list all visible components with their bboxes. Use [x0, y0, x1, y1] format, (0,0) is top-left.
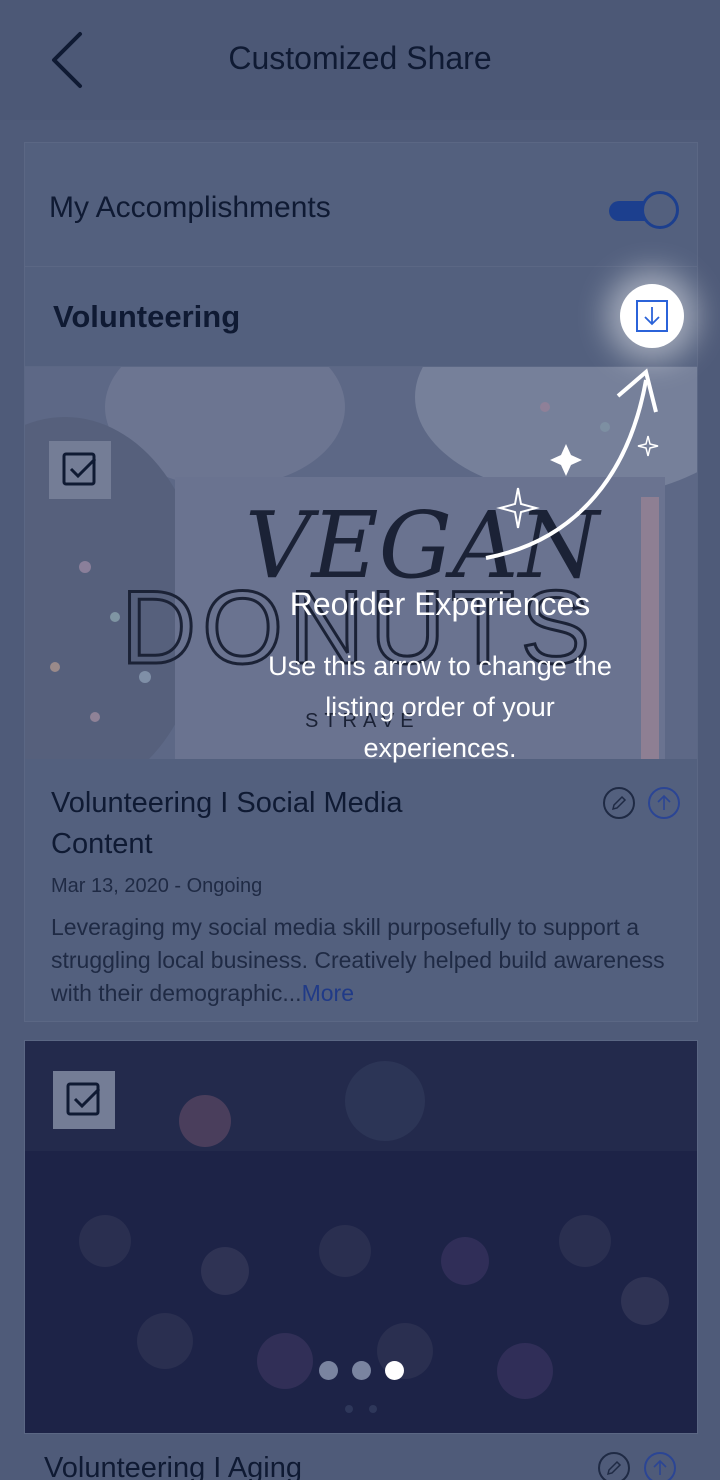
carousel-dot[interactable] — [351, 1361, 371, 1380]
checkbox-icon — [66, 1082, 101, 1116]
card-description-text: Leveraging my social media skill purpose… — [51, 914, 665, 1006]
arrow-up-icon — [657, 794, 671, 810]
accomplishments-toggle[interactable] — [609, 191, 679, 229]
pencil-icon — [606, 1460, 622, 1476]
sparkle-icon — [637, 435, 659, 457]
page-indicator-dot — [369, 1405, 377, 1413]
app-header: Customized Share — [0, 0, 720, 120]
section-title: Volunteering — [53, 299, 241, 334]
tooltip-text: Use this arrow to change the listing ord… — [268, 651, 612, 763]
page-indicator — [25, 1405, 697, 1413]
experience-card: Volunteering I Social Media Content Mar … — [25, 759, 697, 1023]
select-checkbox[interactable] — [53, 1071, 115, 1129]
share-panel: My Accomplishments Volunteering VEGAN DO… — [24, 142, 698, 1022]
arrow-down-icon — [636, 300, 668, 332]
checkbox-icon — [62, 452, 97, 486]
tooltip-title: Reorder Experiences — [289, 586, 591, 622]
carousel-dots — [25, 1361, 697, 1380]
edit-button[interactable] — [603, 787, 635, 819]
card-description: Leveraging my social media skill purpose… — [51, 911, 671, 1010]
card-title: Volunteering I Aging — [44, 1452, 302, 1480]
accomplishments-row: My Accomplishments — [25, 143, 697, 267]
card-date: Mar 13, 2020 - Ongoing — [51, 875, 263, 897]
sparkle-icon — [496, 487, 540, 529]
curved-arrow-icon — [485, 368, 659, 560]
more-link[interactable]: More — [302, 980, 354, 1006]
pencil-icon — [611, 795, 627, 811]
arrow-up-icon — [653, 1459, 667, 1475]
carousel-dot[interactable] — [318, 1361, 338, 1380]
edit-button[interactable] — [598, 1452, 630, 1480]
move-up-button[interactable] — [644, 1452, 676, 1480]
select-checkbox[interactable] — [49, 441, 111, 499]
sparkle-icon — [550, 444, 582, 476]
reorder-arrow-button[interactable] — [620, 284, 684, 348]
card-image-crowd — [24, 1040, 698, 1434]
page-indicator-dot — [345, 1405, 353, 1413]
volunteering-section-header: Volunteering — [25, 267, 697, 367]
carousel-dot-active[interactable] — [384, 1361, 404, 1380]
accomplishments-label: My Accomplishments — [49, 191, 331, 224]
move-up-button[interactable] — [648, 787, 680, 819]
page-title: Customized Share — [228, 40, 492, 76]
card-title: Volunteering I Social Media Content — [51, 787, 403, 860]
